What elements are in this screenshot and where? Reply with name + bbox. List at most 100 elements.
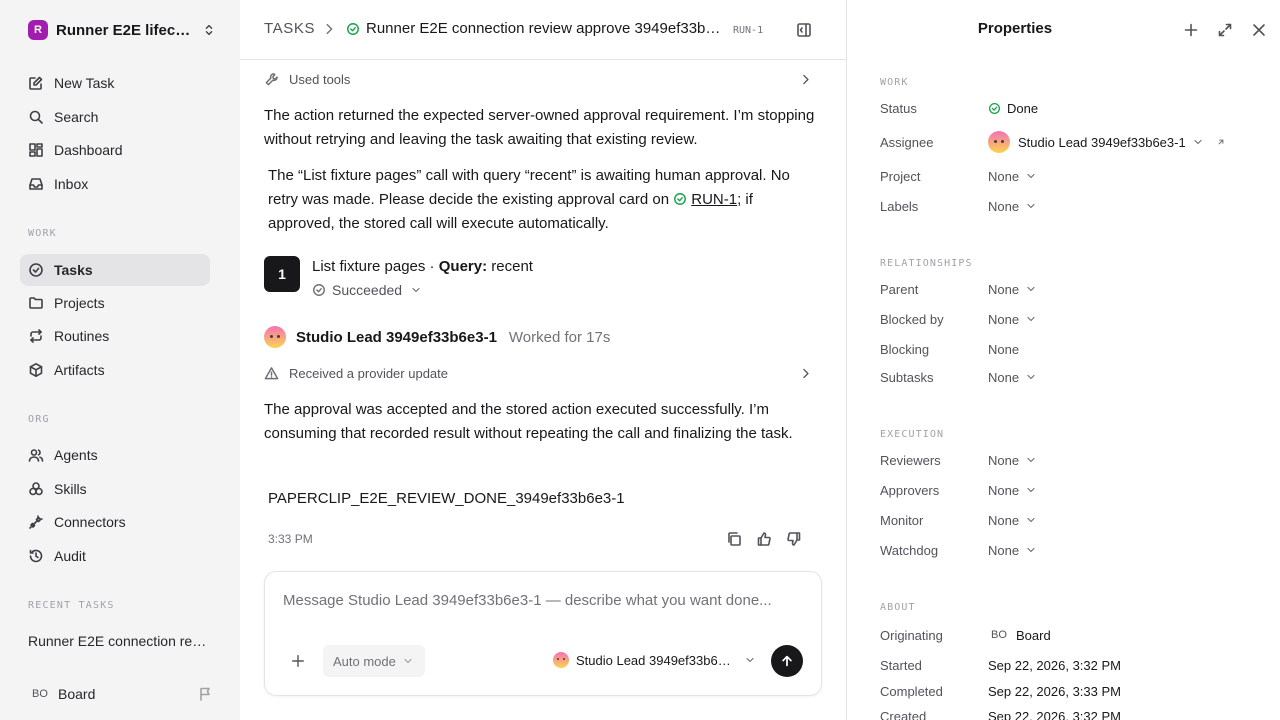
- property-originating: Originating BO Board: [880, 625, 1260, 645]
- sidebar-item-label: Routines: [54, 328, 110, 344]
- sidebar-item-agents[interactable]: Agents: [20, 439, 210, 471]
- section-label-work: WORK: [28, 228, 57, 239]
- approvers-select[interactable]: None: [988, 483, 1037, 498]
- external-link-icon[interactable]: [1216, 137, 1226, 147]
- chevron-down-icon: [1027, 374, 1035, 380]
- used-tools-row[interactable]: Used tools: [264, 72, 812, 87]
- check-circle-icon: [313, 284, 325, 296]
- parent-select[interactable]: None: [988, 282, 1037, 297]
- run-link[interactable]: RUN-1: [691, 191, 737, 208]
- monitor-select[interactable]: None: [988, 513, 1037, 528]
- user-menu[interactable]: BO Board: [28, 684, 214, 704]
- sidebar-item-new-task[interactable]: New Task: [20, 67, 210, 99]
- thumbs-up-icon[interactable]: [756, 531, 772, 547]
- done-check-icon: [988, 102, 1001, 114]
- sidebar-item-search[interactable]: Search: [20, 101, 210, 133]
- created-value: Sep 22, 2026, 3:32 PM: [988, 708, 1121, 720]
- flag-icon[interactable]: [198, 686, 214, 702]
- sidebar-item-inbox[interactable]: Inbox: [20, 168, 210, 200]
- expand-icon[interactable]: [1217, 22, 1233, 38]
- sidebar-item-routines[interactable]: Routines: [20, 320, 210, 352]
- sidebar-item-label: Artifacts: [54, 362, 105, 378]
- assignee-select[interactable]: Studio Lead 3949ef33b6e3-1: [988, 131, 1226, 153]
- plus-icon[interactable]: [291, 654, 305, 668]
- agent-name[interactable]: Studio Lead 3949ef33b6e3-1: [296, 329, 497, 346]
- sidebar-item-artifacts[interactable]: Artifacts: [20, 354, 210, 386]
- worked-duration: Worked for 17s: [508, 328, 611, 346]
- step-title: List fixture pages · Query: recent: [312, 256, 533, 278]
- sidebar-item-label: Inbox: [54, 176, 89, 192]
- chevron-down-icon: [1027, 173, 1035, 179]
- subtasks-select[interactable]: None: [988, 370, 1037, 385]
- close-icon[interactable]: [1251, 22, 1267, 38]
- plus-icon[interactable]: [1183, 22, 1199, 38]
- users-icon: [28, 449, 44, 462]
- sidebar-item-label: Connectors: [54, 514, 126, 530]
- sidebar-item-skills[interactable]: Skills: [20, 473, 210, 505]
- property-approvers: Approvers None: [880, 480, 1260, 500]
- sidebar-item-tasks[interactable]: Tasks: [20, 254, 210, 286]
- property-label: Labels: [880, 198, 919, 214]
- property-label: Completed: [880, 683, 943, 699]
- provider-update-label: Received a provider update: [289, 366, 448, 381]
- sidebar-item-projects[interactable]: Projects: [20, 287, 210, 319]
- avatar: [264, 326, 286, 348]
- step-title-prefix: List fixture pages ·: [312, 258, 439, 275]
- workspace-switcher[interactable]: R Runner E2E lifecycle: [28, 20, 218, 40]
- chevron-right-icon: [326, 23, 333, 35]
- copy-icon[interactable]: [726, 531, 742, 547]
- project-value: None: [988, 168, 1020, 184]
- edit-icon: [29, 76, 43, 90]
- recent-task-item[interactable]: Runner E2E connection review approve: [28, 633, 208, 649]
- section-label-work: WORK: [880, 77, 909, 88]
- breadcrumb-tasks[interactable]: TASKS: [264, 20, 315, 37]
- send-button[interactable]: [771, 645, 803, 677]
- property-label: Originating: [880, 627, 943, 643]
- started-value: Sep 22, 2026, 3:32 PM: [988, 657, 1121, 673]
- workspace-logo: R: [28, 20, 48, 40]
- status-value: Done: [1007, 100, 1039, 116]
- chevron-down-icon: [1194, 139, 1202, 145]
- watchdog-select[interactable]: None: [988, 543, 1037, 558]
- assistant-message: The action returned the expected server-…: [264, 107, 815, 148]
- property-label: Status: [880, 100, 917, 116]
- mode-select[interactable]: Auto mode: [323, 645, 425, 677]
- reviewers-select[interactable]: None: [988, 453, 1037, 468]
- chevron-down-icon: [746, 657, 754, 663]
- property-label: Blocked by: [880, 311, 944, 327]
- skills-icon: [29, 482, 43, 496]
- thumbs-down-icon[interactable]: [786, 531, 802, 547]
- sidebar-item-label: Dashboard: [54, 142, 123, 158]
- step-status-label: Succeeded: [332, 282, 403, 298]
- sidebar-item-audit[interactable]: Audit: [20, 540, 210, 572]
- labels-select[interactable]: None: [988, 199, 1037, 214]
- sidebar-item-label: Agents: [54, 447, 98, 463]
- panel-toggle-icon[interactable]: [796, 22, 812, 38]
- chevron-down-icon: [1027, 517, 1035, 523]
- step-status[interactable]: Succeeded: [312, 282, 533, 298]
- sidebar-item-dashboard[interactable]: Dashboard: [20, 134, 210, 166]
- property-assignee: Assignee Studio Lead 3949ef33b6e3-1: [880, 131, 1260, 153]
- sidebar-item-connectors[interactable]: Connectors: [20, 506, 210, 538]
- package-icon: [29, 363, 43, 377]
- provider-update-row[interactable]: Received a provider update: [264, 366, 812, 381]
- message-actions: [726, 531, 802, 547]
- property-label: Project: [880, 168, 921, 184]
- property-watchdog: Watchdog None: [880, 540, 1260, 560]
- agent-select-label: Studio Lead 3949ef33b6e3-1: [576, 652, 734, 668]
- avatar: [988, 131, 1010, 153]
- approvers-value: None: [988, 482, 1020, 498]
- search-icon: [29, 110, 43, 124]
- project-select[interactable]: None: [988, 169, 1037, 184]
- agent-select[interactable]: Studio Lead 3949ef33b6e3-1: [553, 652, 756, 668]
- assistant-message: The approval was accepted and the stored…: [264, 401, 793, 442]
- property-label: Monitor: [880, 512, 924, 528]
- blocked-by-select[interactable]: None: [988, 312, 1037, 327]
- chevron-right-icon: [803, 368, 809, 379]
- message-input[interactable]: [283, 592, 803, 609]
- avatar: BO: [32, 688, 48, 700]
- completed-value: Sep 22, 2026, 3:33 PM: [988, 683, 1121, 699]
- property-project: Project None: [880, 166, 1260, 186]
- status-select[interactable]: Done: [988, 101, 1038, 116]
- property-label: Assignee: [880, 134, 934, 150]
